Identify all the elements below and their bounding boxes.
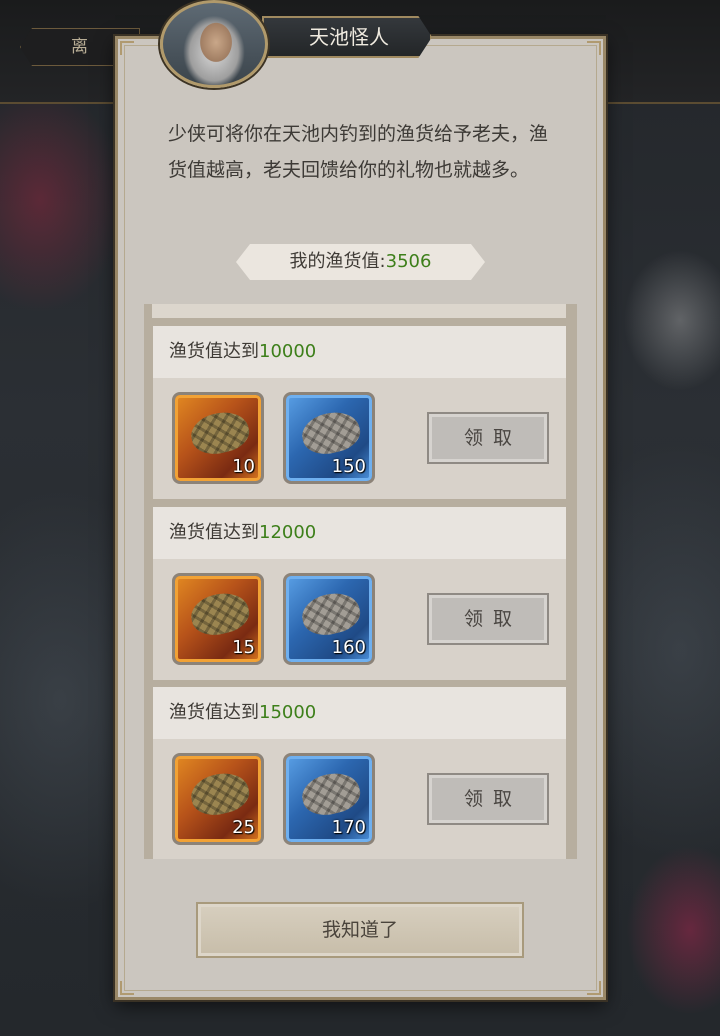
- reward-card-header: 渔货值达到10000: [153, 326, 566, 378]
- threshold-label: 渔货值达到: [169, 341, 259, 362]
- turtle-shell-gold-icon: [187, 587, 253, 641]
- threshold-value: 12000: [259, 522, 317, 543]
- threshold-label: 渔货值达到: [169, 522, 259, 543]
- item-count: 170: [331, 817, 366, 838]
- my-fish-value-banner: 我的渔货值:3506: [236, 244, 485, 280]
- reward-card-header: 渔货值达到15000: [153, 687, 566, 739]
- my-value-number: 3506: [385, 251, 432, 272]
- item-count: 25: [232, 817, 255, 838]
- reward-card: 渔货值达到12000 15 160 领取: [153, 507, 566, 680]
- corner-ornament: [587, 981, 601, 995]
- partial-card-above: [152, 304, 566, 318]
- claim-button[interactable]: 领取: [427, 412, 549, 464]
- ok-button[interactable]: 我知道了: [196, 902, 524, 958]
- reward-item-slot[interactable]: 170: [283, 753, 375, 845]
- item-count: 15: [232, 637, 255, 658]
- turtle-shell-silver-icon: [298, 767, 364, 821]
- reward-card: 渔货值达到15000 25 170 领取: [153, 687, 566, 859]
- reward-item-slot[interactable]: 10: [172, 392, 264, 484]
- turtle-shell-gold-icon: [187, 406, 253, 460]
- reward-list[interactable]: 渔货值达到10000 10 150 领取 渔货值达到12000 15 160 领…: [144, 304, 577, 859]
- reward-item-slot[interactable]: 15: [172, 573, 264, 665]
- threshold-value: 15000: [259, 702, 317, 723]
- threshold-label: 渔货值达到: [169, 702, 259, 723]
- turtle-shell-gold-icon: [187, 767, 253, 821]
- item-count: 150: [331, 456, 366, 477]
- claim-button[interactable]: 领取: [427, 773, 549, 825]
- reward-item-slot[interactable]: 160: [283, 573, 375, 665]
- corner-ornament: [120, 981, 134, 995]
- reward-card: 渔货值达到10000 10 150 领取: [153, 326, 566, 499]
- reward-item-slot[interactable]: 150: [283, 392, 375, 484]
- threshold-value: 10000: [259, 341, 317, 362]
- corner-ornament: [587, 41, 601, 55]
- npc-nameplate: 天池怪人: [262, 16, 432, 58]
- intro-text: 少侠可将你在天池内钓到的渔货给予老夫，渔货值越高，老夫回馈给你的礼物也就越多。: [168, 123, 549, 181]
- turtle-shell-silver-icon: [298, 406, 364, 460]
- npc-name: 天池怪人: [309, 25, 389, 49]
- my-value-label: 我的渔货值:: [289, 251, 386, 272]
- npc-avatar: [160, 0, 268, 88]
- claim-button[interactable]: 领取: [427, 593, 549, 645]
- item-count: 160: [331, 637, 366, 658]
- reward-item-slot[interactable]: 25: [172, 753, 264, 845]
- reward-card-header: 渔货值达到12000: [153, 507, 566, 559]
- corner-ornament: [120, 41, 134, 55]
- item-count: 10: [232, 456, 255, 477]
- turtle-shell-silver-icon: [298, 587, 364, 641]
